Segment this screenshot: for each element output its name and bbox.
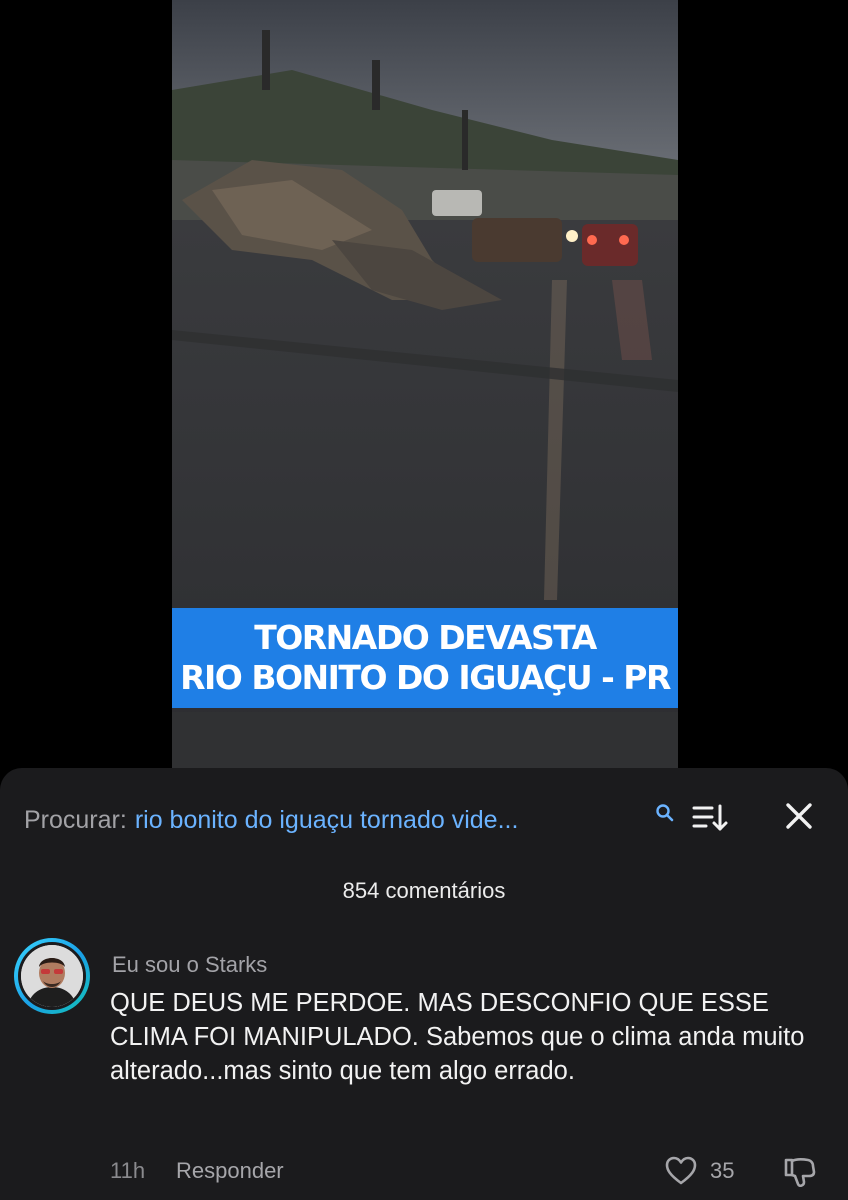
close-icon[interactable] [782,799,816,833]
comments-sheet: Procurar: rio bonito do iguaçu tornado v… [0,768,848,1200]
search-icon[interactable] [655,803,675,823]
comment-item: Eu sou o Starks QUE DEUS ME PERDOE. MAS … [14,938,834,1188]
search-query-link[interactable]: rio bonito do iguaçu tornado vide... [135,806,519,835]
comment-count: 854 comentários [342,878,506,903]
heart-icon[interactable] [664,1155,698,1187]
reply-button[interactable]: Responder [176,1158,284,1184]
caption-line-2: RIO BONITO DO IGUAÇU - PR [180,658,671,697]
comment-username[interactable]: Eu sou o Starks [112,952,267,978]
avatar[interactable] [14,938,90,1014]
comment-text: QUE DEUS ME PERDOE. MAS DESCONFIO QUE ES… [110,989,805,1085]
comment-actions: 11h Responder 35 [110,1155,830,1190]
caption-line-1: TORNADO DEVASTA [254,618,597,657]
thumbs-down-icon[interactable] [782,1154,818,1190]
like-count: 35 [710,1158,735,1183]
video-caption-banner: TORNADO DEVASTA RIO BONITO DO IGUAÇU - P… [172,608,678,708]
search-prefix: Procurar: [24,805,127,834]
avatar-photo [21,945,83,1007]
search-suggestion[interactable]: Procurar: rio bonito do iguaçu tornado v… [24,802,824,838]
comment-timestamp: 11h [110,1158,146,1183]
sort-icon[interactable] [690,798,730,838]
screen: TORNADO DEVASTA RIO BONITO DO IGUAÇU - P… [0,0,848,1200]
